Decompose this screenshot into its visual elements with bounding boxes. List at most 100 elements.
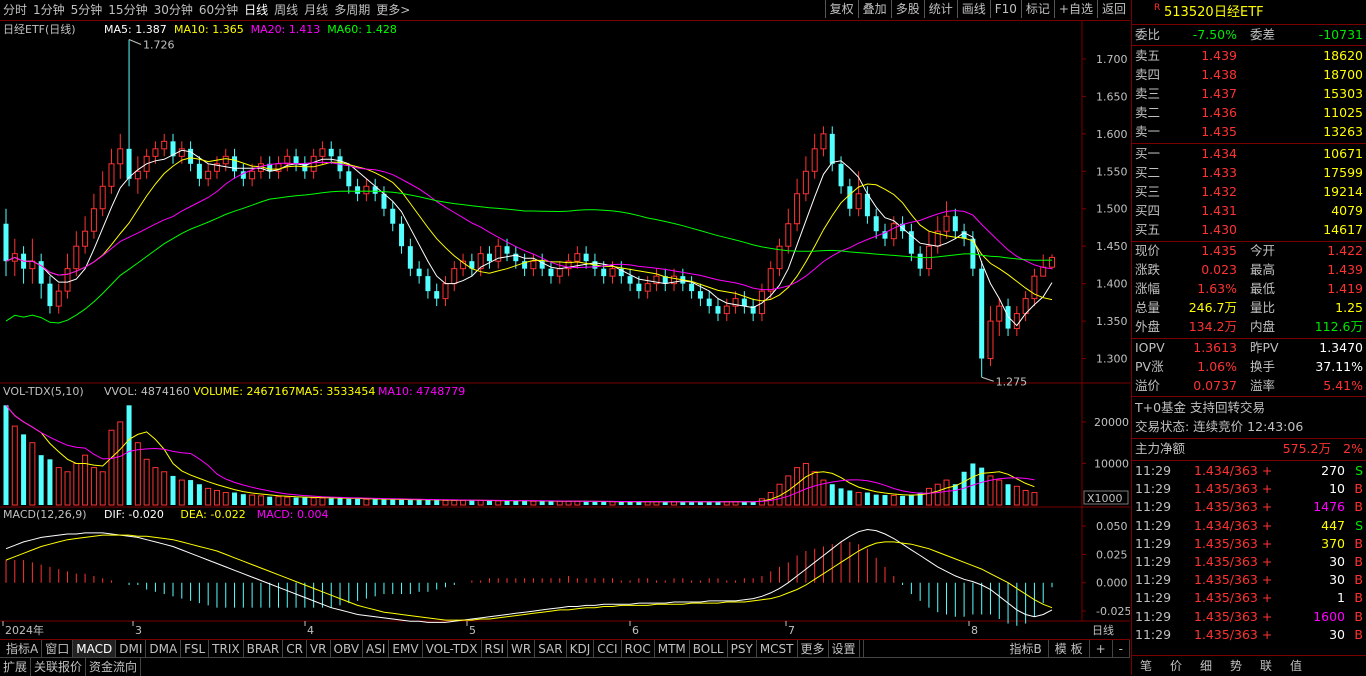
iopv-label: PV涨 — [1135, 359, 1164, 374]
indicator-tab-18[interactable]: CCI — [594, 640, 622, 658]
indicator-right-2[interactable]: + — [1090, 640, 1113, 658]
chart-svg[interactable]: 1.700 1.650 1.600 1.550 1.500 1.450 1.400 1.350… — [0, 21, 1131, 639]
bottom-tab-2[interactable]: 资金流向 — [86, 658, 142, 676]
indicator-tab-22[interactable]: PSY — [728, 640, 757, 658]
volume-bar — [794, 467, 801, 506]
indicator-tab-3[interactable]: DMI — [116, 640, 147, 658]
indicator-right-1[interactable]: 模 板 — [1049, 640, 1090, 658]
panel-tab-3[interactable]: 势 — [1221, 656, 1251, 676]
tool-button-6[interactable]: 标记 — [1020, 0, 1054, 18]
indicator-tab-24[interactable]: 更多 — [798, 640, 829, 658]
trade-row-1: 11:29 1.435/363 + 10 B — [1132, 480, 1366, 498]
trade-time: 11:29 — [1135, 572, 1172, 588]
bottom-tab-0[interactable]: 扩展 — [0, 658, 32, 676]
trade-price: 1.434/363 + — [1194, 463, 1273, 478]
indicator-tab-19[interactable]: ROC — [622, 640, 655, 658]
period-tab-4[interactable]: 30分钟 — [151, 0, 196, 20]
volume-bar — [284, 496, 291, 506]
indicator-tab-11[interactable]: ASI — [363, 640, 390, 658]
high-pointer — [128, 39, 142, 45]
indicator-tab-5[interactable]: FSL — [181, 640, 210, 658]
candle-body — [583, 253, 589, 262]
candle-body — [90, 208, 97, 232]
buy-volume: 19214 — [1323, 184, 1363, 199]
chart-area[interactable]: 1.700 1.650 1.600 1.550 1.500 1.450 1.400 1.350… — [0, 21, 1131, 639]
volume-bar — [134, 442, 141, 506]
bottom-tab-1[interactable]: 关联报价 — [31, 658, 87, 676]
trade-time: 11:29 — [1135, 535, 1172, 551]
candle-body — [556, 268, 563, 277]
period-tab-3[interactable]: 15分钟 — [105, 0, 150, 20]
volume-bar — [73, 462, 80, 506]
tool-button-4[interactable]: 画线 — [956, 0, 990, 18]
main-ytick-label: 1.400 — [1096, 278, 1128, 291]
indicator-tab-6[interactable]: TRIX — [209, 640, 244, 658]
tool-button-5[interactable]: F10 — [989, 0, 1021, 18]
panel-tab-0[interactable]: 笔 — [1131, 656, 1161, 676]
period-tab-0[interactable]: 分时 — [0, 0, 30, 20]
r-mark-icon: R — [1154, 3, 1161, 13]
candle-body — [996, 305, 1003, 322]
tool-button-1[interactable]: 叠加 — [857, 0, 891, 18]
quote-label: 现价 — [1135, 243, 1161, 258]
tool-button-7[interactable]: +自选 — [1053, 0, 1097, 18]
iopv-row-2: 溢价 0.0737 溢率 5.41% — [1132, 377, 1366, 395]
buy-price: 1.432 — [1201, 184, 1237, 199]
indicator-right-3[interactable]: - — [1113, 640, 1130, 658]
quote-value: 1.422 — [1327, 243, 1363, 258]
indicator-tab-10[interactable]: OBV — [331, 640, 364, 658]
indicator-tab-12[interactable]: EMV — [389, 640, 423, 658]
candle-body — [407, 246, 413, 269]
indicator-tab-21[interactable]: BOLL — [690, 640, 728, 658]
indicator-tab-16[interactable]: SAR — [535, 640, 567, 658]
indicator-right-0[interactable]: 指标B — [1004, 640, 1049, 658]
trade-time: 11:29 — [1135, 517, 1172, 533]
volume-bar — [3, 405, 9, 505]
panel-tab-2[interactable]: 细 — [1191, 656, 1221, 676]
volume-bar — [302, 497, 308, 505]
trade-price: 1.435/363 + — [1194, 499, 1273, 515]
vol-title: VOL-TDX(5,10) — [3, 385, 84, 398]
candle-body — [381, 193, 387, 209]
panel-tab-5[interactable]: 值 — [1281, 656, 1311, 676]
indicator-tab-23[interactable]: MCST — [757, 640, 798, 658]
tool-button-0[interactable]: 复权 — [824, 0, 858, 18]
quote-label: 今开 — [1250, 243, 1276, 258]
volume-bar — [996, 479, 1003, 506]
vol-unit-label: X1000 — [1087, 492, 1123, 505]
volume-bar — [29, 442, 36, 506]
indicator-tab-20[interactable]: MTM — [655, 640, 690, 658]
panel-tab-4[interactable]: 联 — [1251, 656, 1281, 676]
indicator-tab-13[interactable]: VOL-TDX — [423, 640, 482, 658]
period-tab-10[interactable]: 更多> — [373, 0, 413, 20]
period-tab-8[interactable]: 月线 — [301, 0, 331, 20]
sell-label: 卖五 — [1135, 48, 1161, 63]
candle-body — [574, 253, 581, 262]
indicator-tab-9[interactable]: VR — [307, 640, 331, 658]
iopv-label: 溢率 — [1250, 378, 1276, 393]
indicator-tab-2[interactable]: MACD — [73, 640, 117, 658]
tool-button-2[interactable]: 多股 — [890, 0, 924, 18]
period-tab-1[interactable]: 1分钟 — [30, 0, 68, 20]
period-tab-6[interactable]: 日线 — [241, 0, 271, 20]
tool-button-3[interactable]: 统计 — [923, 0, 957, 18]
period-tab-2[interactable]: 5分钟 — [68, 0, 106, 20]
indicator-tab-8[interactable]: CR — [283, 640, 307, 658]
indicator-tab-0[interactable]: 指标A — [3, 640, 43, 658]
indicator-tab-17[interactable]: KDJ — [567, 640, 595, 658]
indicator-tab-1[interactable]: 窗口 — [42, 640, 74, 658]
tool-button-8[interactable]: 返回 — [1096, 0, 1130, 18]
panel-tab-1[interactable]: 价 — [1161, 656, 1191, 676]
main-ytick-label: 1.500 — [1096, 203, 1128, 216]
iopv-value: 1.06% — [1197, 359, 1237, 374]
indicator-tab-25[interactable]: 设置 — [829, 640, 860, 658]
indicator-tab-14[interactable]: RSI — [482, 640, 509, 658]
period-tab-7[interactable]: 周线 — [271, 0, 301, 20]
indicator-tab-7[interactable]: BRAR — [244, 640, 284, 658]
period-tab-5[interactable]: 60分钟 — [196, 0, 241, 20]
indicator-tab-4[interactable]: DMA — [146, 640, 182, 658]
vol-ma5-line — [5, 404, 1035, 503]
period-tab-9[interactable]: 多周期 — [331, 0, 373, 20]
indicator-tab-15[interactable]: WR — [508, 640, 536, 658]
candle-body — [636, 283, 642, 292]
